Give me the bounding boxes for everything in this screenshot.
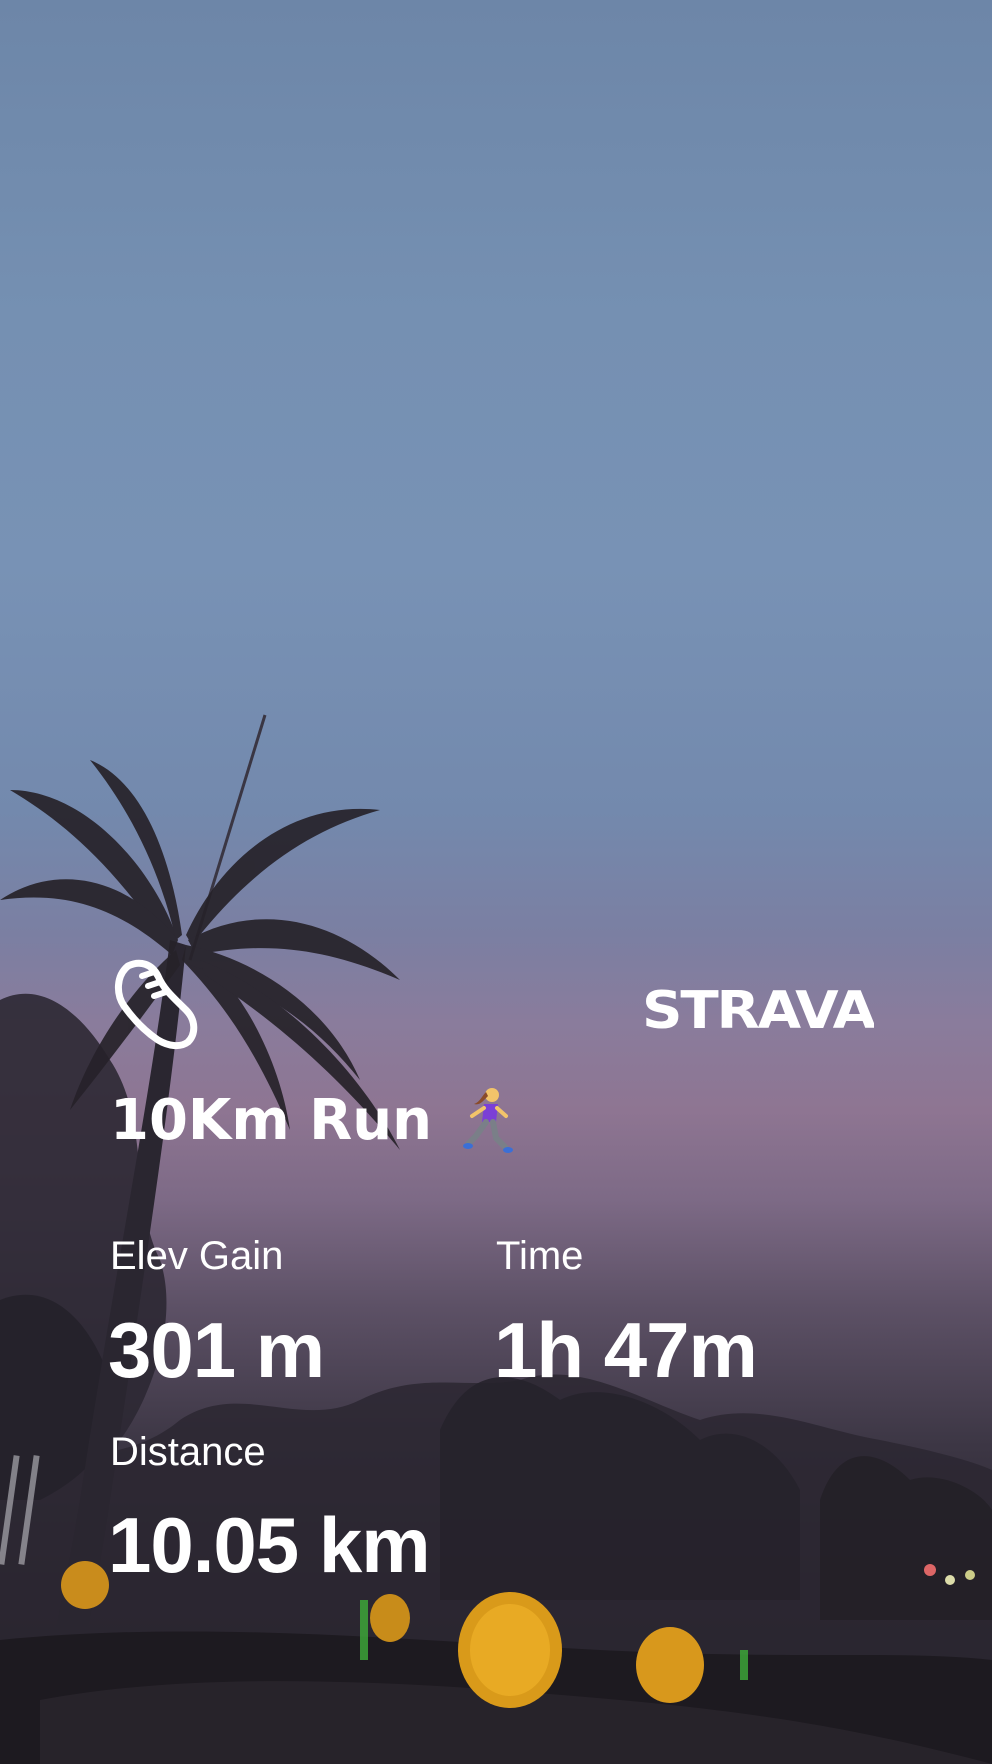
elev-gain-label: Elev Gain <box>110 1234 284 1278</box>
activity-title: 10Km Run <box>110 1088 433 1153</box>
woman-running-icon <box>463 1088 514 1153</box>
elev-gain-value: 301 m <box>108 1306 325 1394</box>
time-value: 1h 47m <box>494 1306 758 1394</box>
time-label: Time <box>496 1234 584 1278</box>
strava-wordmark: STRAVA <box>642 981 874 1036</box>
activity-share-card: STRAVA 10Km Run Elev Gain 301 m Time 1h … <box>0 0 992 1764</box>
activity-title-row: 10Km Run <box>110 1085 516 1157</box>
strava-logo: STRAVA <box>642 981 874 1036</box>
distance-value: 10.05 km <box>108 1501 431 1589</box>
running-shoe-icon <box>115 959 198 1050</box>
distance-label: Distance <box>110 1430 266 1474</box>
